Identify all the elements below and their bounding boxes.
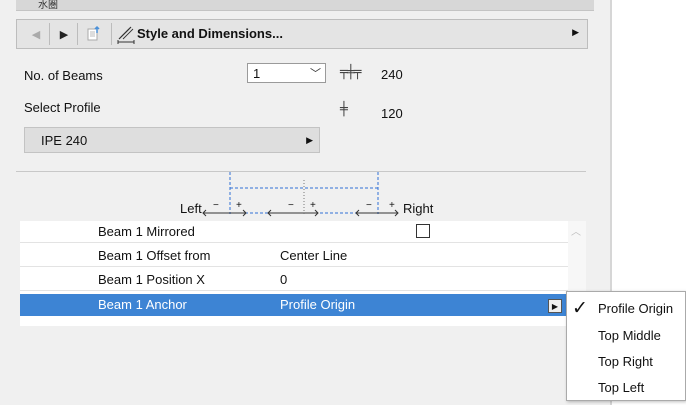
property-key: Beam 1 Mirrored: [98, 224, 195, 239]
table-row[interactable]: Beam 1 Position X 0: [20, 269, 568, 291]
menu-item-top-middle[interactable]: Top Middle: [567, 323, 686, 349]
minus-marker: −: [366, 200, 372, 211]
menu-item-label: Profile Origin: [598, 301, 674, 316]
menu-item-top-right[interactable]: Top Right: [567, 349, 686, 375]
style-dimensions-button[interactable]: [113, 22, 139, 46]
page-arrow-icon: [87, 25, 100, 41]
property-key: Beam 1 Anchor: [98, 297, 187, 312]
property-value[interactable]: Center Line: [280, 248, 347, 263]
plus-marker: +: [310, 200, 316, 211]
property-value[interactable]: 0: [280, 272, 287, 287]
section-header-strip[interactable]: 水圏: [16, 0, 594, 11]
property-key: Beam 1 Offset from: [98, 248, 211, 263]
panel-title[interactable]: Style and Dimensions...: [137, 26, 283, 41]
profile-width-value: 120: [381, 106, 403, 121]
style-dimensions-icon: [117, 26, 135, 44]
right-label: Right: [403, 201, 434, 216]
profile-name: IPE 240: [41, 133, 88, 148]
no-of-beams-value: 1: [253, 66, 261, 81]
select-profile-button[interactable]: IPE 240 ▶: [24, 127, 320, 153]
section-divider: [16, 171, 586, 172]
no-of-beams-select[interactable]: 1 ﹀: [247, 63, 326, 83]
property-value[interactable]: Profile Origin: [280, 297, 355, 312]
beam-properties-table: Beam 1 Mirrored Beam 1 Offset from Cente…: [20, 221, 568, 326]
left-label: Left: [180, 201, 202, 216]
checkmark-icon: ✓: [572, 298, 588, 319]
profile-height-value: 240: [381, 67, 403, 82]
select-profile-label: Select Profile: [24, 100, 101, 115]
next-button[interactable]: ▶: [51, 22, 77, 46]
nav-separator: [77, 23, 78, 45]
triangle-right-icon: ▶: [551, 301, 559, 311]
menu-item-label: Top Left: [598, 380, 645, 395]
menu-item-top-left[interactable]: Top Left: [567, 375, 686, 401]
anchor-dropdown-menu: ✓ Profile Origin Top Middle Top Right To…: [566, 291, 686, 401]
minus-marker: −: [288, 200, 294, 211]
menu-item-label: Top Right: [598, 354, 653, 369]
chevron-up-icon[interactable]: ︿: [571, 223, 581, 238]
panel-nav-bar: ◀ ▶ Style and Dimensions... ▶: [16, 19, 588, 49]
section-header-fragment: 水圏: [38, 0, 58, 11]
plus-marker: +: [236, 200, 242, 211]
settings-panel: [0, 0, 610, 405]
triangle-right-icon[interactable]: ▶: [572, 27, 579, 38]
plus-marker: +: [389, 200, 395, 211]
triangle-right-icon: ▶: [306, 135, 313, 145]
table-row[interactable]: Beam 1 Offset from Center Line: [20, 245, 568, 267]
nav-separator: [111, 23, 112, 45]
table-row-selected[interactable]: Beam 1 Anchor Profile Origin: [20, 294, 568, 316]
triangle-right-icon: ▶: [59, 28, 69, 41]
triangle-left-icon: ◀: [31, 28, 41, 41]
minus-marker: −: [213, 200, 219, 211]
page-arrow-button[interactable]: [81, 22, 107, 46]
no-of-beams-label: No. of Beams: [24, 68, 103, 83]
mirrored-checkbox[interactable]: [416, 224, 430, 238]
property-key: Beam 1 Position X: [98, 272, 205, 287]
menu-item-profile-origin[interactable]: ✓ Profile Origin: [567, 296, 686, 322]
profile-width-icon: ╪: [340, 102, 348, 117]
nav-separator: [49, 23, 50, 45]
anchor-dropdown-button[interactable]: ▶: [548, 299, 562, 313]
table-row[interactable]: Beam 1 Mirrored: [20, 221, 568, 243]
prev-button[interactable]: ◀: [23, 22, 49, 46]
menu-item-label: Top Middle: [598, 328, 661, 343]
profile-height-icon: ╤╪╤: [340, 65, 362, 80]
chevron-down-icon: ﹀: [310, 68, 321, 80]
